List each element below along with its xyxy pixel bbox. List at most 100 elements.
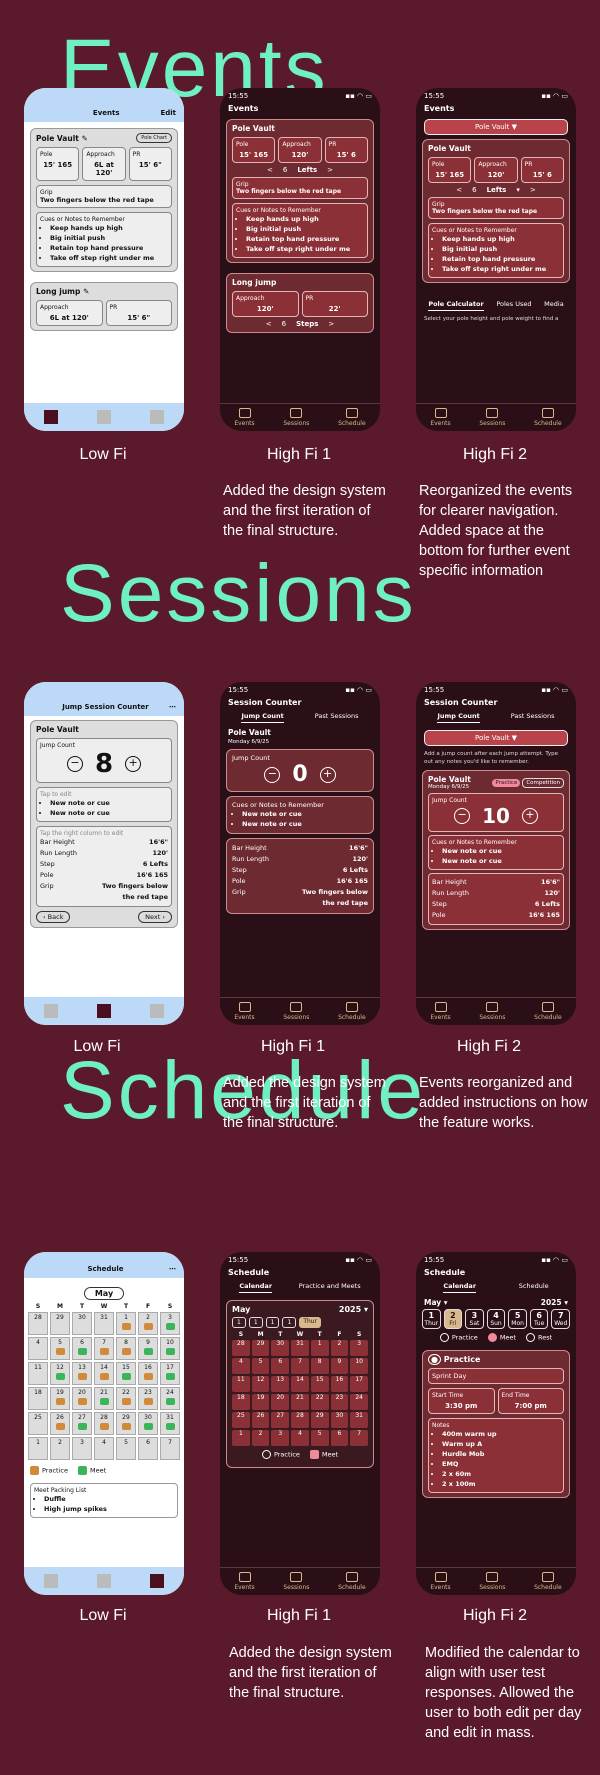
nav-events[interactable]: Events — [430, 1002, 451, 1021]
nav-schedule[interactable]: Schedule — [534, 1572, 562, 1591]
calendar-day[interactable]: 4 — [232, 1358, 250, 1374]
calendar-day[interactable]: 4 — [94, 1437, 114, 1460]
calendar-day[interactable]: 26 — [251, 1412, 270, 1428]
edit-button[interactable]: Edit — [160, 109, 176, 117]
edit-pencil-icon[interactable]: ✎ — [82, 134, 88, 143]
calendar-day[interactable]: 7 — [94, 1337, 114, 1360]
nav-schedule[interactable] — [150, 1574, 165, 1588]
calendar-day[interactable]: 11 — [28, 1362, 48, 1385]
calendar-day[interactable]: 7 — [291, 1358, 309, 1374]
week-day[interactable]: 2 Fri — [443, 1309, 463, 1329]
calendar-day[interactable]: 26 — [50, 1412, 70, 1435]
pole-chart-button[interactable]: Pole Chart — [136, 133, 172, 143]
calendar-day[interactable]: 6 — [72, 1337, 92, 1360]
calendar-day[interactable]: 23 — [330, 1394, 349, 1410]
increment-button[interactable]: + — [125, 756, 142, 772]
nav-events[interactable]: Events — [234, 1002, 255, 1021]
calendar-day[interactable]: 25 — [232, 1412, 250, 1428]
nav-schedule[interactable]: Schedule — [338, 1002, 366, 1021]
calendar-day[interactable]: 22 — [116, 1387, 136, 1410]
nav-events[interactable]: Events — [430, 408, 451, 427]
calendar-day[interactable]: 15 — [310, 1376, 329, 1392]
calendar-day[interactable]: 6 — [138, 1437, 158, 1460]
week-day[interactable]: 7 Wed — [551, 1309, 571, 1329]
tab-past-sessions[interactable]: Past Sessions — [315, 712, 359, 723]
tab-poles-used[interactable]: Poles Used — [496, 300, 531, 311]
back-button[interactable]: ‹ Back — [36, 911, 71, 923]
packing-list[interactable]: Meet Packing ListDuffleHigh jump spikes — [30, 1483, 178, 1518]
calendar-day[interactable]: 16 — [330, 1376, 349, 1392]
calendar-day[interactable]: 30 — [271, 1340, 290, 1356]
calendar-day[interactable]: 2 — [251, 1430, 270, 1446]
calendar-day[interactable]: 15 — [116, 1362, 136, 1385]
calendar-day[interactable]: 1 — [28, 1437, 48, 1460]
calendar-day[interactable]: 5 — [116, 1437, 136, 1460]
start-time-field[interactable]: Start Time 3:30 pm — [428, 1388, 495, 1414]
calendar-day[interactable]: 28 — [94, 1412, 114, 1435]
session-details[interactable]: Tap the right column to edit Bar Height 1… — [36, 826, 172, 907]
calendar-day[interactable]: 2 — [50, 1437, 70, 1460]
grip-box[interactable]: Grip Two fingers below the red tape — [36, 185, 172, 208]
calendar-day[interactable]: 28 — [232, 1340, 250, 1356]
calendar-day[interactable]: 12 — [50, 1362, 70, 1385]
lefts-stepper[interactable]: <6 Lefts > — [232, 166, 368, 174]
calendar-day[interactable]: 19 — [50, 1387, 70, 1410]
calendar-day[interactable]: 18 — [232, 1394, 250, 1410]
next-button[interactable]: Next › — [138, 911, 172, 923]
calendar-day[interactable]: 17 — [350, 1376, 368, 1392]
calendar-day[interactable]: 14 — [291, 1376, 309, 1392]
calendar-day[interactable]: 2 — [138, 1312, 158, 1335]
nav-events[interactable]: Events — [234, 408, 255, 427]
nav-events[interactable]: Events — [234, 1572, 255, 1591]
year-selector[interactable]: 2025 ▾ — [541, 1298, 568, 1307]
calendar-day[interactable]: 16 — [138, 1362, 158, 1385]
event-dropdown[interactable]: Pole Vault ▼ — [424, 119, 568, 135]
calendar-day[interactable]: 6 — [330, 1430, 349, 1446]
calendar-day[interactable]: 31 — [350, 1412, 368, 1428]
increment-button[interactable]: + — [319, 766, 336, 783]
calendar-day[interactable]: 28 — [291, 1412, 309, 1428]
calendar-day[interactable]: 23 — [138, 1387, 158, 1410]
nav-sessions[interactable]: Sessions — [479, 408, 505, 427]
nav-sessions[interactable] — [96, 1004, 111, 1018]
week-day[interactable]: 5 Mon — [508, 1309, 527, 1329]
tab-jump-count[interactable]: Jump Count — [241, 712, 284, 723]
steps-stepper[interactable]: <6 Steps > — [232, 320, 368, 328]
calendar-day[interactable]: 28 — [28, 1312, 48, 1335]
practice-toggle[interactable]: Practice — [492, 778, 521, 787]
tab-calendar[interactable]: Calendar — [443, 1282, 477, 1293]
nav-events[interactable]: Events — [430, 1572, 451, 1591]
calendar-day[interactable]: 24 — [350, 1394, 368, 1410]
calendar-day[interactable]: 3 — [271, 1430, 290, 1446]
calendar-day[interactable]: 12 — [251, 1376, 270, 1392]
calendar-day[interactable]: 22 — [310, 1394, 329, 1410]
nav-sessions[interactable]: Sessions — [283, 1572, 309, 1591]
calendar-day[interactable]: 29 — [310, 1412, 329, 1428]
week-day[interactable]: 6 Tue — [529, 1309, 549, 1329]
more-icon[interactable]: ⋯ — [169, 703, 176, 711]
calendar-day[interactable]: 21 — [291, 1394, 309, 1410]
cues-box[interactable]: Cues or Notes to Remember Keep hands up … — [36, 212, 172, 267]
tab-schedule[interactable]: Schedule — [519, 1282, 549, 1293]
nav-sessions[interactable]: Sessions — [479, 1572, 505, 1591]
cues-box[interactable]: Cues or Notes to RememberNew note or cue… — [226, 796, 374, 834]
tab-pole-calculator[interactable]: Pole Calculator — [428, 300, 484, 311]
tab-jump-count[interactable]: Jump Count — [437, 712, 480, 723]
calendar-day[interactable]: 10 — [160, 1337, 180, 1360]
nav-sessions[interactable] — [96, 1574, 111, 1588]
calendar-day[interactable]: 30 — [330, 1412, 349, 1428]
end-time-field[interactable]: End Time 7:00 pm — [497, 1388, 564, 1414]
calendar-day[interactable]: 8 — [116, 1337, 136, 1360]
calendar-day[interactable]: 4 — [291, 1430, 309, 1446]
calendar-day[interactable]: 29 — [251, 1340, 270, 1356]
calendar-day[interactable]: 19 — [251, 1394, 270, 1410]
calendar-day[interactable]: 29 — [116, 1412, 136, 1435]
nav-schedule[interactable]: Schedule — [338, 1572, 366, 1591]
calendar-day[interactable]: 31 — [160, 1412, 180, 1435]
month-selector[interactable]: May — [83, 1287, 125, 1300]
calendar-day[interactable]: 21 — [94, 1387, 114, 1410]
calendar-day[interactable]: 17 — [160, 1362, 180, 1385]
calendar-day[interactable]: 9 — [138, 1337, 158, 1360]
calendar-day[interactable]: 30 — [72, 1312, 92, 1335]
calendar-day[interactable]: 30 — [138, 1412, 158, 1435]
